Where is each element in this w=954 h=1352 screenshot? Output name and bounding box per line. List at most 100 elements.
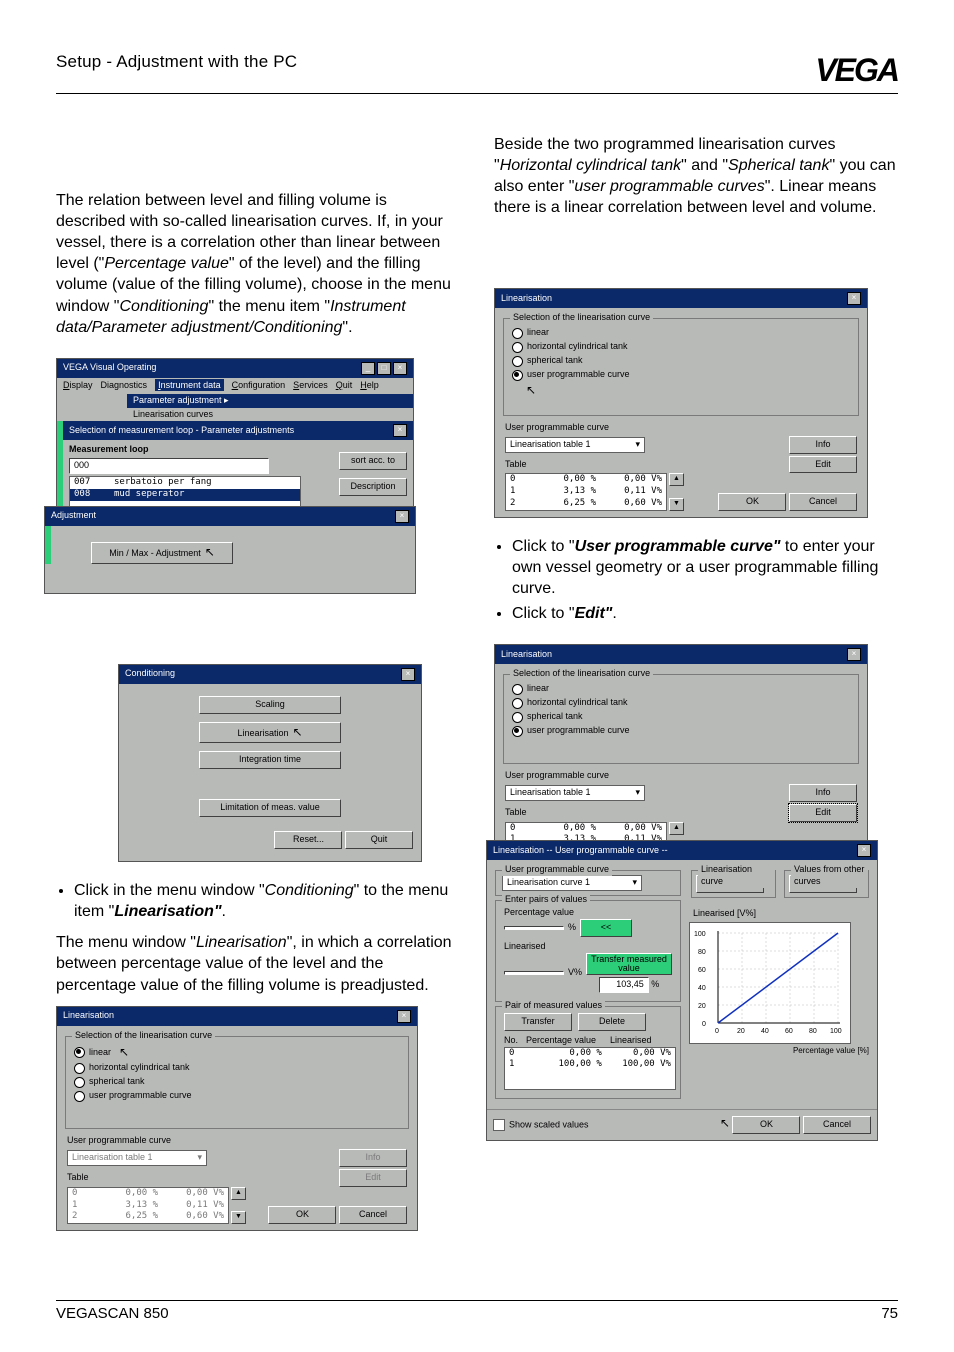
transfer-button[interactable]: Transfer: [504, 1013, 572, 1031]
close-icon[interactable]: ×: [393, 362, 407, 375]
close-icon[interactable]: ×: [397, 1010, 411, 1023]
cancel-button[interactable]: Cancel: [789, 493, 857, 511]
pct-input[interactable]: [504, 926, 564, 930]
cursor-icon: ↖: [526, 383, 850, 399]
vvo-title: VEGA Visual Operating: [63, 362, 156, 374]
maximize-icon[interactable]: □: [377, 362, 391, 375]
ok-button[interactable]: OK: [718, 493, 786, 511]
screenshot-conditioning: Conditioning × Scaling Linearisation↖ Int…: [118, 664, 422, 862]
cancel-button[interactable]: Cancel: [803, 1116, 871, 1134]
radio-user[interactable]: user programmable curve: [512, 369, 850, 381]
svg-text:0: 0: [715, 1028, 719, 1035]
close-icon[interactable]: ×: [393, 424, 407, 437]
cond-title: Conditioning: [125, 668, 175, 680]
cursor-icon: ↖: [205, 545, 215, 559]
cursor-icon: ↖: [720, 1116, 730, 1130]
page-header: Setup - Adjustment with the PC: [56, 52, 297, 72]
description-button[interactable]: Description: [339, 478, 407, 496]
ok-button[interactable]: OK: [268, 1206, 336, 1224]
info-button[interactable]: Info: [789, 436, 857, 454]
upc-title: Linearisation -- User programmable curve…: [493, 845, 668, 857]
upc-curve-select[interactable]: Linearisation curve 1▾: [502, 875, 642, 891]
close-icon[interactable]: ×: [401, 668, 415, 681]
lin-table-select[interactable]: Linearisation table 1▾: [505, 437, 645, 453]
transfer-measured-button[interactable]: Transfer measured value: [586, 953, 672, 975]
close-icon[interactable]: ×: [857, 844, 871, 857]
loop-input[interactable]: 000: [69, 458, 269, 474]
sort-button[interactable]: sort acc. to: [339, 452, 407, 470]
edit-button: Edit: [339, 1169, 407, 1187]
arrow-button[interactable]: <<: [580, 919, 632, 937]
radio-horizontal[interactable]: horizontal cylindrical tank: [74, 1062, 400, 1074]
reset-button[interactable]: Reset...: [274, 831, 342, 849]
close-icon[interactable]: ×: [847, 648, 861, 661]
scroll-down-icon[interactable]: ▼: [231, 1211, 246, 1224]
integration-button[interactable]: Integration time: [199, 751, 341, 769]
svg-text:80: 80: [809, 1028, 817, 1035]
chart-title: Linearised [V%]: [693, 908, 871, 920]
scaling-button[interactable]: Scaling: [199, 696, 341, 714]
screenshot-vvo: VEGA Visual Operating _□× DisplayDiagnos…: [56, 358, 414, 529]
scroll-down-icon[interactable]: ▼: [669, 498, 684, 511]
min-max-button[interactable]: Min / Max - Adjustment↖: [91, 542, 233, 564]
right-column: Beside the two programmed linearisation …: [494, 134, 898, 1249]
right-para-1: Beside the two programmed linearisation …: [494, 134, 898, 218]
svg-text:20: 20: [698, 1003, 706, 1010]
radio-user[interactable]: user programmable curve: [74, 1090, 400, 1102]
info-button: Info: [339, 1149, 407, 1167]
lin-title: Linearisation: [63, 1010, 114, 1022]
screenshot-linearisation-user-2: Linearisation× Selection of the linearis…: [494, 644, 868, 866]
show-scaled-checkbox[interactable]: [493, 1119, 505, 1131]
svg-text:40: 40: [698, 985, 706, 992]
screenshot-upc-editor: Linearisation -- User programmable curve…: [486, 840, 878, 1141]
radio-horizontal[interactable]: horizontal cylindrical tank: [512, 341, 850, 353]
svg-text:0: 0: [702, 1021, 706, 1028]
minimize-icon[interactable]: _: [361, 362, 375, 375]
tmv-value: 103,45: [599, 977, 649, 993]
linearisation-chart: 100806040200 020406080100: [689, 922, 851, 1044]
chart-x-label: Percentage value [%]: [689, 1046, 869, 1057]
footer-page: 75: [881, 1305, 898, 1322]
ok-button[interactable]: OK: [732, 1116, 800, 1134]
svg-text:60: 60: [785, 1028, 793, 1035]
quit-button[interactable]: Quit: [345, 831, 413, 849]
adj-title: Adjustment: [51, 510, 96, 522]
svg-text:60: 60: [698, 967, 706, 974]
radio-spherical[interactable]: spherical tank: [74, 1076, 400, 1088]
linearisation-button[interactable]: Linearisation↖: [199, 722, 341, 744]
left-bullet-1: Click in the menu window "Conditioning" …: [74, 880, 460, 922]
right-bullet-1: Click to "User programmable curve" to en…: [512, 536, 898, 599]
vvo-sub-titlebar: Selection of measurement loop - Paramete…: [63, 421, 413, 440]
vega-logo: VEGA: [815, 52, 898, 89]
cursor-icon: ↖: [119, 1045, 129, 1061]
left-para-1: The relation between level and filling v…: [56, 190, 460, 338]
screenshot-adjustment: Adjustment × Min / Max - Adjustment↖: [44, 506, 416, 594]
radio-spherical[interactable]: spherical tank: [512, 355, 850, 367]
limitation-button[interactable]: Limitation of meas. value: [199, 799, 341, 817]
radio-linear[interactable]: linear↖: [74, 1045, 400, 1061]
footer-left: VEGASCAN 850: [56, 1305, 169, 1322]
left-column: The relation between level and filling v…: [56, 134, 460, 1249]
cursor-icon: ↖: [292, 725, 302, 739]
close-icon[interactable]: ×: [847, 292, 861, 305]
scroll-up-icon[interactable]: ▲: [669, 473, 684, 486]
svg-text:100: 100: [694, 931, 706, 938]
info-button[interactable]: Info: [789, 784, 857, 802]
screenshot-linearisation-user: Linearisation× Selection of the linearis…: [494, 288, 868, 518]
delete-button[interactable]: Delete: [578, 1013, 646, 1031]
screenshot-linearisation-linear: Linearisation× Selection of the linearis…: [56, 1006, 418, 1232]
scroll-up-icon[interactable]: ▲: [231, 1187, 246, 1200]
cancel-button[interactable]: Cancel: [339, 1206, 407, 1224]
edit-button[interactable]: Edit: [789, 804, 857, 822]
lin-table-select: Linearisation table 1▾: [67, 1150, 207, 1166]
menu-param-adjust[interactable]: Parameter adjustment ▸: [127, 394, 413, 408]
radio-linear[interactable]: linear: [512, 327, 850, 339]
edit-button[interactable]: Edit: [789, 456, 857, 474]
svg-text:40: 40: [761, 1028, 769, 1035]
close-icon[interactable]: ×: [395, 510, 409, 523]
svg-text:20: 20: [737, 1028, 745, 1035]
lin-input[interactable]: [504, 971, 564, 975]
right-bullet-2: Click to "Edit".: [512, 603, 898, 624]
svg-text:80: 80: [698, 949, 706, 956]
menu-lin-curves[interactable]: Linearisation curves: [127, 408, 413, 422]
